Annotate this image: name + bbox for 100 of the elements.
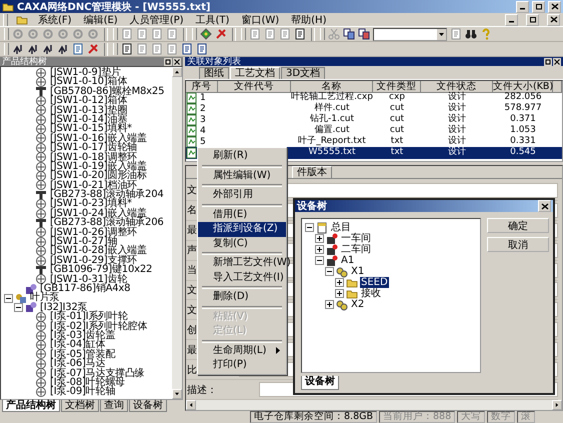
tree-toggle[interactable] (4, 294, 12, 303)
tree-toggle[interactable] (304, 223, 314, 232)
tree-item[interactable]: [JSW1-0-9]垫片 (49, 68, 122, 78)
tab[interactable]: 设备树 (301, 376, 339, 390)
tree-toggle[interactable] (314, 245, 324, 254)
copy-icon[interactable] (343, 28, 355, 40)
tab[interactable]: 文档树 (61, 400, 99, 412)
tree-item[interactable]: 一车间 (340, 233, 372, 244)
menu-item[interactable]: 编辑(E) (82, 12, 120, 26)
minimize-button[interactable] (505, 14, 518, 26)
tab[interactable]: 件版本 (292, 166, 332, 178)
binoculars-icon[interactable] (465, 28, 477, 40)
maximize-button[interactable] (532, 0, 545, 12)
tree-toggle[interactable] (334, 289, 344, 298)
arrow-icon[interactable] (57, 43, 69, 55)
arrow-icon[interactable] (12, 43, 24, 55)
table-cell[interactable]: 叶子_Report.txt (291, 136, 373, 148)
document-icon[interactable] (294, 28, 306, 40)
tree-item[interactable]: 接收 (360, 288, 382, 299)
column-header[interactable]: 文件代号 (218, 81, 291, 93)
table-cell[interactable]: 偏置.cut (291, 125, 373, 137)
diamond-icon[interactable] (200, 28, 212, 40)
menu-item[interactable]: 属性编辑(W) (198, 168, 286, 183)
toolbar-dropdown[interactable] (373, 28, 447, 40)
scrollbar[interactable] (172, 67, 182, 399)
menu-item[interactable]: 删除(D) (198, 290, 286, 304)
tree-item[interactable]: [JSW1-0-18]调整环 (49, 152, 138, 162)
scroll-right-icon[interactable] (552, 400, 562, 410)
tree-item[interactable]: [I泵-02]I系列叶轮腔体 (49, 322, 148, 331)
tab[interactable]: 查询 (100, 400, 128, 412)
tree-item[interactable]: [I32]I32泵 (39, 302, 88, 312)
scroll-left-icon[interactable] (186, 400, 196, 410)
tree-item[interactable]: [JSW1-0-15]填料* (49, 124, 133, 134)
tree-item[interactable]: [I泵-06]马达 (49, 359, 106, 369)
tree-item[interactable]: [JSW1-0-28]嵌入端盖 (49, 246, 148, 256)
menu-item[interactable]: 借用(E) (198, 208, 286, 222)
document-icon[interactable] (181, 43, 193, 55)
column-header[interactable]: 文件类型 (373, 81, 421, 93)
tree-toggle[interactable] (314, 234, 324, 243)
table-cell[interactable]: 样件.cut (291, 103, 373, 115)
menu-item[interactable]: 复制(C) (198, 236, 286, 251)
tree-item[interactable]: [JSW1-0-29]支撑环 (49, 256, 138, 266)
tab[interactable]: 工艺文档 (230, 67, 280, 79)
tab[interactable]: 3D文档 (281, 67, 326, 79)
tree-item[interactable]: [I泵-03]齿轮盖 (49, 330, 116, 340)
tree-toggle[interactable] (334, 278, 344, 287)
column-header[interactable]: 序号 (186, 81, 218, 93)
tree-item[interactable]: [JSW1-0-24]嵌入端盖 (49, 208, 148, 218)
menu-item[interactable]: 打印(P) (198, 358, 286, 372)
table-cell[interactable]: W5555.txt (291, 147, 373, 159)
menu-item[interactable]: 指派到设备(Z) (198, 222, 286, 236)
menu-item[interactable]: 帮助(H) (289, 12, 328, 26)
tree-item[interactable]: [JSW1-0-20]圆形油标 (49, 171, 148, 181)
close-button[interactable] (173, 58, 181, 66)
menu-item[interactable]: 生命周期(L) (198, 344, 286, 358)
tree-item[interactable]: [GB117-86]销A4x8 (39, 284, 132, 294)
tree-item[interactable]: X2 (350, 299, 366, 310)
menu-item[interactable]: 外部引用 (198, 188, 286, 202)
tree-item[interactable]: SEED (360, 277, 389, 288)
menu-item[interactable]: 刷新(R) (198, 149, 286, 164)
column-header[interactable]: 名称 (291, 81, 373, 93)
dialog-button[interactable]: 确定 (487, 218, 549, 233)
scrollbar[interactable] (186, 400, 562, 410)
tree-toggle[interactable] (324, 267, 334, 276)
tree-item[interactable]: [I泵-07]马达支撑凸缘 (49, 368, 146, 378)
close-button[interactable] (553, 58, 561, 66)
tab[interactable]: 图纸 (199, 67, 229, 79)
column-header[interactable]: 文件大小(KB) (493, 81, 553, 93)
tree-item[interactable]: [JSW1-0-27]轴 (49, 237, 118, 246)
tree-item[interactable]: [GB273-88]滚动轴承206 (49, 218, 165, 228)
arrow-icon[interactable] (42, 43, 54, 55)
tree-toggle[interactable] (314, 256, 324, 265)
tree-item[interactable]: 叶片泵 (29, 293, 60, 303)
minimize-button[interactable] (516, 0, 529, 12)
arrow-icon[interactable] (27, 43, 39, 55)
tree-item[interactable]: 总目 (330, 222, 352, 233)
tree-item[interactable]: X1 (350, 266, 366, 277)
tree-item[interactable]: [JSW1-0-31]齿轮 (49, 274, 128, 284)
table-cell[interactable]: 钻孔-1.cut (291, 114, 373, 126)
maximize-button[interactable] (526, 14, 539, 26)
tree-item[interactable]: [I泵-05]管装配 (49, 350, 116, 360)
tree-item[interactable]: [JSW1-0-12]箱体 (49, 96, 128, 106)
dialog-button[interactable]: 取消 (487, 237, 549, 252)
tree-item[interactable]: [JSW1-0-17]齿轮轴 (49, 143, 138, 153)
tree-item[interactable]: [I泵-01]I系列叶轮 (49, 312, 129, 322)
tree-item[interactable]: [JSW1-0-19]嵌入端盖 (49, 162, 148, 172)
document-icon[interactable] (196, 43, 208, 55)
document-icon[interactable] (121, 43, 133, 55)
tree-item[interactable]: [JSW1-0-23]填料* (49, 199, 133, 209)
tree-toggle[interactable] (324, 300, 334, 309)
tree-item[interactable]: [JSW1-0-14]油塞 (49, 114, 128, 124)
tree-item[interactable]: [JSW1-0-21]档油环 (49, 180, 138, 190)
tree-item[interactable]: [I泵-09]叶轮轴 (49, 387, 116, 397)
tab[interactable]: 设备树 (129, 400, 167, 412)
menu-item[interactable]: 工具(T) (194, 12, 232, 26)
table-cell[interactable]: 叶轮轴工艺过程.cxp (291, 92, 373, 104)
menu-item[interactable]: 系统(F) (36, 12, 74, 26)
tree-item[interactable]: [JSW1-0-13]垫圈 (49, 106, 128, 115)
tree-item[interactable]: [GB1096-79]键10x22 (49, 265, 154, 275)
scroll-up-icon[interactable] (172, 67, 182, 77)
